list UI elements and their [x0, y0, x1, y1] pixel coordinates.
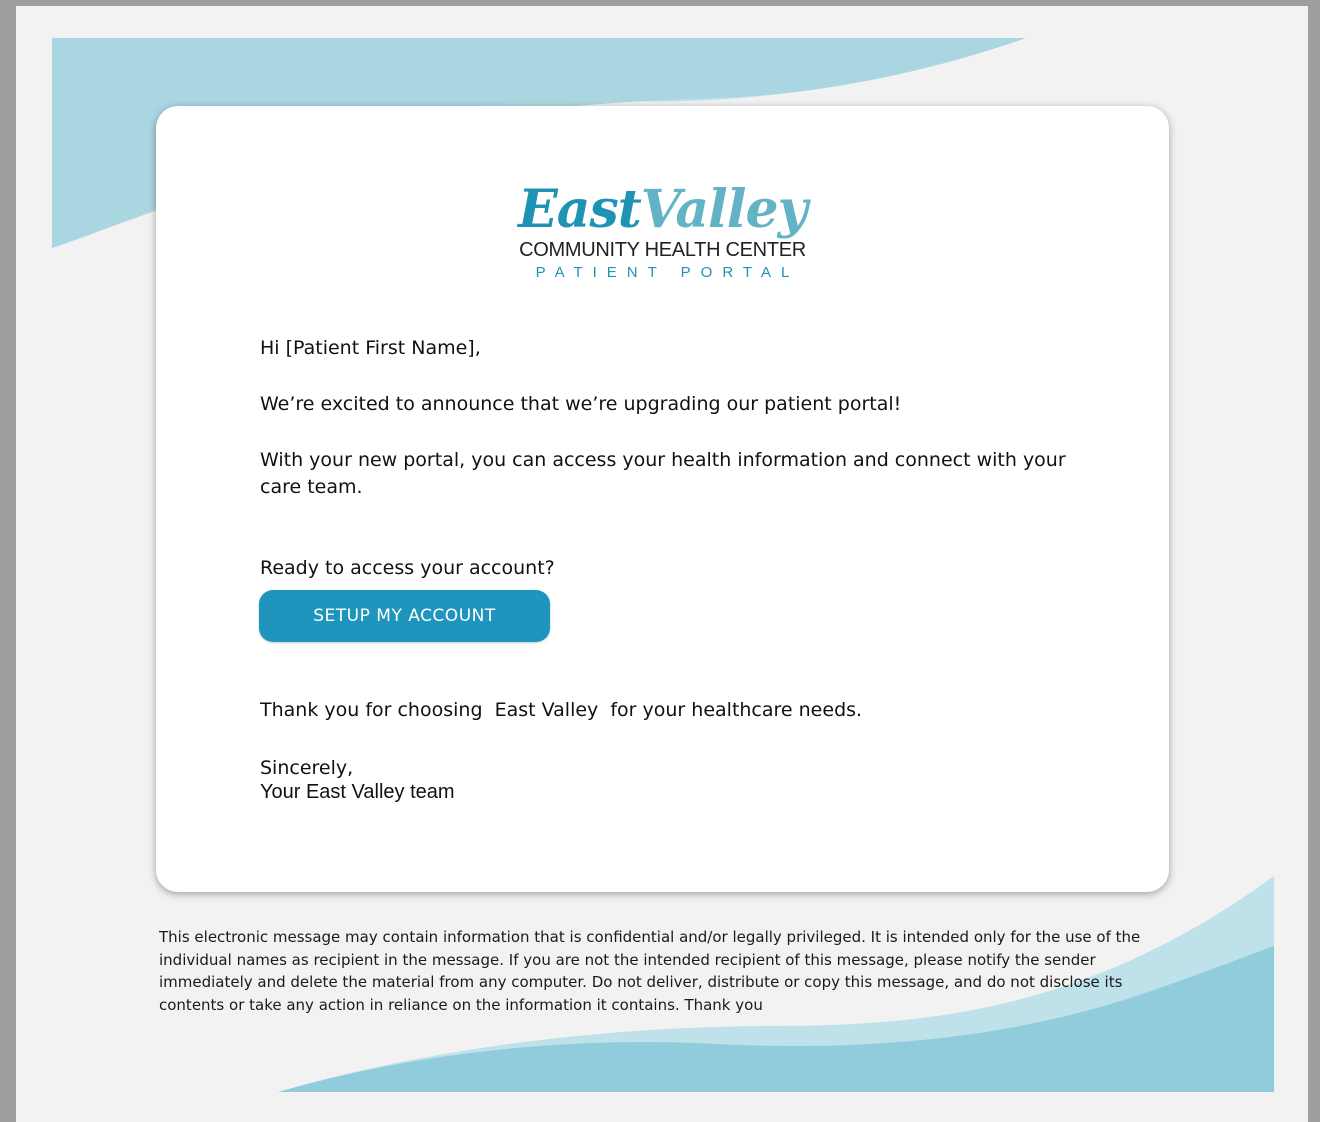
greeting: Hi [Patient First Name], [260, 337, 481, 359]
logo-subtitle: COMMUNITY HEALTH CENTER [519, 239, 806, 261]
account-prompt: Ready to access your account? [260, 557, 555, 579]
announcement: We’re excited to announce that we’re upg… [260, 393, 902, 415]
setup-account-button[interactable]: SETUP MY ACCOUNT [259, 590, 550, 642]
email-card: EastValley COMMUNITY HEALTH CENTER PATIE… [156, 106, 1169, 892]
east-valley-logo: EastValley COMMUNITY HEALTH CENTER PATIE… [156, 182, 1169, 283]
logo-word-east: East [518, 179, 642, 240]
closing: Sincerely, [260, 757, 354, 779]
logo-wordmark: EastValley [156, 182, 1169, 238]
signature: Your East Valley team [260, 781, 455, 803]
logo-portal-label: PATIENT PORTAL [535, 264, 800, 281]
email-page: EastValley COMMUNITY HEALTH CENTER PATIE… [16, 6, 1308, 1122]
features-text: With your new portal, you can access you… [260, 449, 1066, 498]
thanks-text: Thank you for choosing East Valley for y… [260, 699, 863, 721]
logo-word-valley: Valley [640, 179, 808, 240]
legal-disclaimer: This electronic message may contain info… [159, 928, 1141, 1014]
